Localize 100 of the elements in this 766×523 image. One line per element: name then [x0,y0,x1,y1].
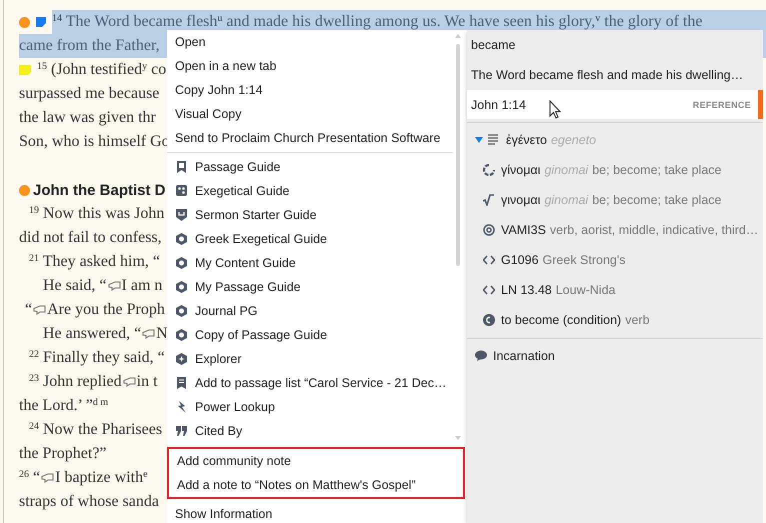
hexagon-icon [176,257,187,269]
menu-item[interactable]: Open in a new tab [167,54,453,78]
gloss-text: verb, aorist, middle, indicative, third… [550,223,758,237]
circle-icon [483,314,495,326]
verse-text: did not fail to confess, [19,229,162,247]
menu-item[interactable]: My Content Guide [167,251,453,275]
code-brackets-icon [483,254,495,266]
hexagon-icon [176,305,187,317]
item-text: John 1:14 [471,98,526,112]
info-row[interactable]: γινομαι ginomai be; become; take place [467,185,763,215]
verse-text: $^{22}$ Finally they said, “ [29,349,165,367]
star-hexagon-icon [176,353,187,365]
menu-item[interactable]: Add to passage list “Carol Service - 21 Dec… [167,371,453,395]
verse-text: “ [25,301,32,319]
code-brackets-icon [483,284,495,296]
menu-item[interactable]: Sermon Starter Guide [167,203,453,227]
item-text: γινομαι [501,193,540,207]
info-row[interactable]: G1096 Greek Strong's [467,245,763,275]
menu-item[interactable]: Cited By [167,419,453,443]
menu-item[interactable]: Show Information [167,502,467,523]
verse-text: He said, “ [43,277,107,295]
verse-text: $^{15}$ (John testified$^{y}$ co [37,61,166,79]
menu-item[interactable]: Visual Copy [167,102,453,126]
verse-text: $^{23}$ John replied [29,373,122,391]
info-row[interactable]: John 1:14 REFERENCE [467,90,763,119]
verse-text: Are you the Proph [47,301,165,319]
menu-item[interactable]: Passage Guide [167,155,453,179]
item-text: The Word became flesh and made his dwelling… [471,68,744,82]
info-row[interactable]: became [467,30,763,60]
menu-item[interactable]: Explorer [167,347,453,371]
expand-triangle-icon[interactable] [475,137,483,143]
cursor-icon [549,100,561,119]
info-row[interactable]: ἐγένετο egeneto [467,125,763,155]
verse-text: He answered, “ [43,325,142,343]
verse-text: $^{14}$ The Word became flesh$^{u}$ and made his dwelling among us. We have seen his glory,$^{v}$ the glory of the [52,13,702,31]
menu-item[interactable]: Copy John 1:14 [167,78,453,102]
menu-item[interactable]: Exegetical Guide [167,179,453,203]
verse-text: I am n [122,277,162,295]
info-row[interactable]: VAMI3S verb, aorist, middle, indicative, third… [467,215,763,245]
item-text: γίνομαι [501,163,540,177]
list-bookmark-icon [176,377,187,389]
gloss-text: Greek Strong's [542,253,626,267]
verse-text: the Lord.’ ”$^{d m}$ [19,397,108,415]
menu-item[interactable]: Copy of Passage Guide [167,323,453,347]
transliteration: egeneto [550,133,596,147]
speaker-icon [142,329,156,339]
menu-item[interactable]: Journal PG [167,299,453,323]
verse-text: surpassed me because [19,85,160,103]
speaker-icon [41,473,54,483]
gloss-text: Louw-Nida [556,283,616,297]
speech-bubble-icon [475,350,487,362]
at-sign-icon [483,224,495,236]
menu-item[interactable]: Open [167,30,453,54]
info-row[interactable]: to become (condition) verb [467,305,763,335]
hexagon-icon [176,281,187,293]
verse-text: the law was given thr [19,109,156,127]
item-text: ἐγένετο [506,133,547,147]
quote-icon [176,425,187,437]
menu-item[interactable]: My Passage Guide [167,275,453,299]
transliteration: ginomai [544,163,588,177]
ring-icon [483,164,495,176]
gloss-text: be; become; take place [592,163,722,177]
verse-text: in t [136,373,158,391]
verse-text: $^{19}$ Now this was John [29,205,164,223]
info-row[interactable]: Incarnation [467,341,763,371]
item-text: LN 13.48 [501,283,552,297]
speaker-icon [108,281,121,291]
lines-icon [488,134,500,146]
lightning-icon [176,401,187,413]
verse-text: $^{26}$ “ [19,469,40,487]
shield-icon [176,209,187,221]
verse-text: the Prophet?” [19,445,107,463]
item-text: to become (condition) [501,313,622,327]
info-row[interactable]: γίνομαι ginomai be; become; take place [467,155,763,185]
transliteration: ginomai [544,193,588,207]
verse-text: straps of whose sanda [19,493,159,511]
speaker-icon [33,305,46,315]
menu-item[interactable]: Send to Proclaim Church Presentation Software [167,126,453,150]
dice-icon [176,185,187,197]
item-text: VAMI3S [501,223,546,237]
verse-text: came from the Father, [19,37,160,55]
item-text: Incarnation [493,349,555,363]
hexagon-icon [176,329,187,341]
speaker-icon [122,377,136,387]
verse-text: $^{21}$ They asked him, “ [29,253,160,271]
verse-text: $^{24}$ Now the Pharisees [29,421,162,439]
verse-text: N [156,325,168,343]
gloss-text: verb [625,313,650,327]
hexagon-icon [176,233,187,245]
verse-text: I baptize with$^{e}$ [55,469,148,487]
section-heading: John the Baptist D [33,182,166,198]
menu-item[interactable]: Greek Exegetical Guide [167,227,453,251]
menu-item[interactable]: Add community note [169,449,463,473]
info-row[interactable]: The Word became flesh and made his dwelling… [467,60,763,90]
menu-item[interactable]: Power Lookup [167,395,453,419]
selection-bar [758,90,763,119]
info-row[interactable]: LN 13.48 Louw-Nida [467,275,763,305]
menu-item[interactable]: Add a note to “Notes on Matthew's Gospel” [169,473,463,497]
item-text: became [471,38,516,52]
gloss-text: be; become; take place [592,193,722,207]
